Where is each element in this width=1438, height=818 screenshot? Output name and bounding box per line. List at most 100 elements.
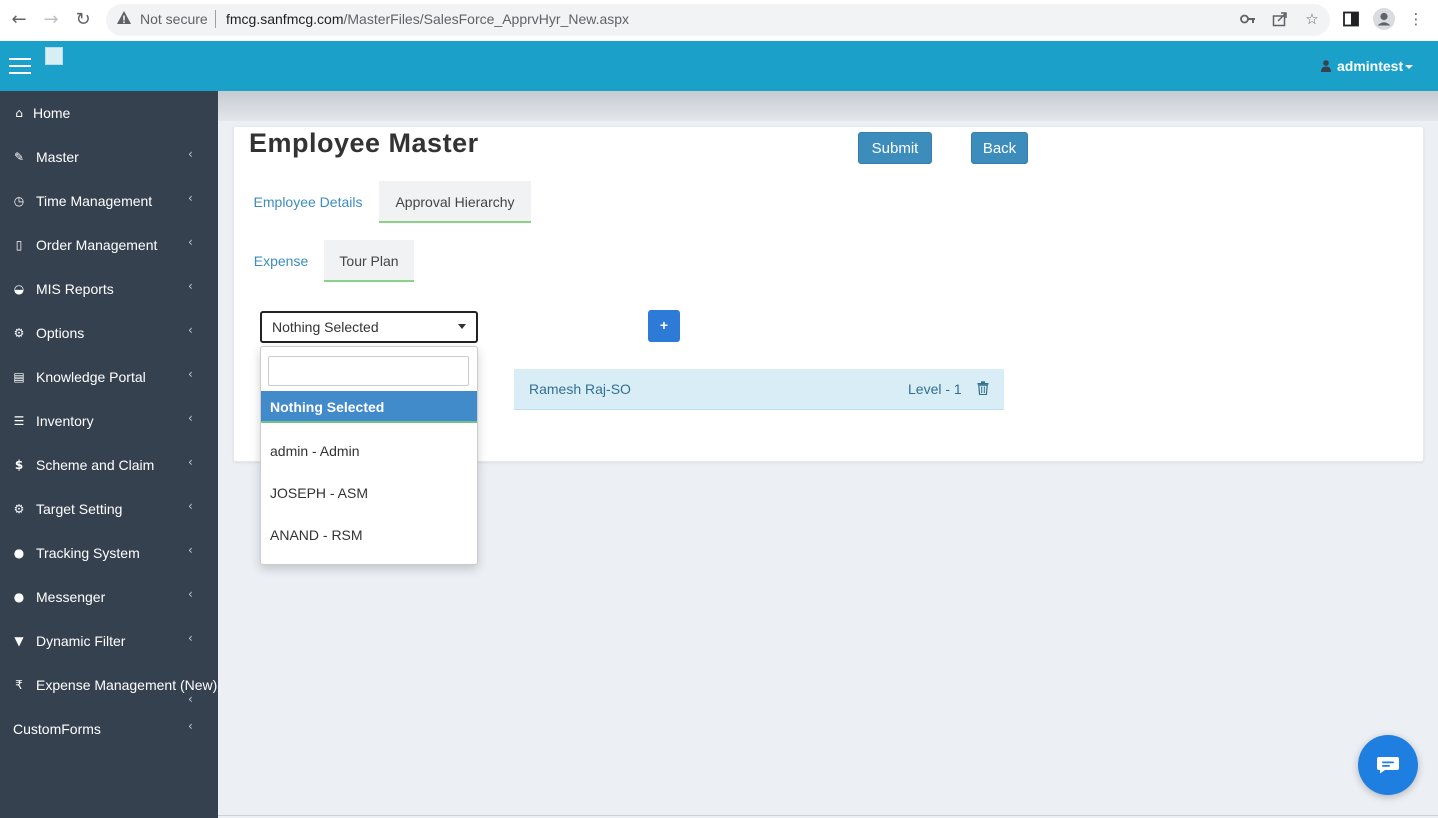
share-icon[interactable]	[1272, 11, 1288, 27]
chevron-left-icon: ‹	[188, 719, 193, 733]
sidebar-item-order-management[interactable]: ▯ Order Management ‹	[0, 223, 218, 267]
content-header-strip	[218, 91, 1438, 121]
not-secure-label: Not secure	[140, 11, 208, 27]
chevron-left-icon: ‹	[188, 323, 193, 337]
reload-icon[interactable]: ↻	[72, 9, 94, 31]
sidebar-item-time-management[interactable]: ◷ Time Management ‹	[0, 179, 218, 223]
sidebar-item-label: Master	[36, 149, 79, 165]
sidebar-item-mis-reports[interactable]: ◒ MIS Reports ‹	[0, 267, 218, 311]
page-title: Employee Master	[249, 128, 479, 158]
chevron-left-icon: ‹	[188, 191, 193, 205]
dropdown-option-joseph[interactable]: JOSEPH - ASM	[270, 485, 368, 501]
approver-select-value: Nothing Selected	[272, 319, 379, 335]
add-approver-button[interactable]: +	[648, 310, 680, 342]
sidebar-item-label: Time Management	[36, 193, 153, 209]
trash-icon[interactable]	[977, 381, 989, 395]
warning-icon	[117, 11, 131, 24]
clock-icon: ◷	[13, 194, 25, 208]
sidebar-item-expense-management[interactable]: ₹ Expense Management (New) ‹	[0, 663, 218, 707]
sidebar-item-master[interactable]: ✎ Master ‹	[0, 135, 218, 179]
user-menu-caret-icon	[1405, 65, 1414, 69]
forward-arrow-icon[interactable]: →	[40, 9, 62, 31]
dollar-icon: $	[14, 458, 24, 472]
kebab-menu-icon[interactable]: ⋮	[1406, 9, 1426, 29]
bookmark-star-icon[interactable]: ☆	[1302, 9, 1322, 29]
chevron-left-icon: ‹	[188, 587, 193, 601]
side-panel-icon[interactable]	[1343, 11, 1359, 27]
sidebar-item-tracking-system[interactable]: ● Tracking System ‹	[0, 531, 218, 575]
chevron-left-icon: ‹	[188, 235, 193, 249]
broken-logo-image	[45, 47, 63, 65]
chat-bubble-icon	[1377, 757, 1399, 774]
cogs-icon: ⚙	[13, 326, 25, 340]
address-separator	[215, 10, 216, 28]
user-menu[interactable]: admintest	[1321, 58, 1414, 74]
back-arrow-icon[interactable]: ←	[8, 9, 30, 31]
chevron-left-icon: ‹	[188, 499, 193, 513]
app-header	[0, 41, 1438, 91]
key-icon[interactable]	[1240, 12, 1256, 26]
list-alt-icon: ☰	[13, 414, 25, 428]
sidebar-item-label: Messenger	[36, 589, 106, 605]
sidebar-item-customforms[interactable]: CustomForms ‹	[0, 707, 218, 751]
dashboard-icon: ◒	[13, 282, 25, 296]
sidebar-item-label: Inventory	[36, 413, 94, 429]
chevron-left-icon: ‹	[188, 692, 193, 706]
user-icon	[1321, 60, 1331, 72]
profile-avatar-icon[interactable]	[1373, 8, 1395, 30]
sidebar-item-target-setting[interactable]: ⚙ Target Setting ‹	[0, 487, 218, 531]
caret-down-icon	[458, 324, 466, 329]
sidebar-item-knowledge-portal[interactable]: ▤ Knowledge Portal ‹	[0, 355, 218, 399]
sidebar-item-messenger[interactable]: ● Messenger ‹	[0, 575, 218, 619]
dropdown-option-admin[interactable]: admin - Admin	[270, 443, 359, 459]
sidebar-item-label: Options	[36, 325, 85, 341]
tab-tour-plan[interactable]: Tour Plan	[324, 240, 414, 282]
tab-approval-hierarchy[interactable]: Approval Hierarchy	[379, 181, 531, 223]
tab-expense[interactable]: Expense	[247, 240, 315, 282]
chevron-left-icon: ‹	[188, 367, 193, 381]
sidebar-item-options[interactable]: ⚙ Options ‹	[0, 311, 218, 355]
rupee-icon: ₹	[15, 678, 23, 692]
dropdown-search-input[interactable]	[268, 356, 469, 386]
chevron-left-icon: ‹	[188, 631, 193, 645]
url-text[interactable]: fmcg.sanfmcg.com/MasterFiles/SalesForce_…	[226, 11, 629, 27]
submit-button[interactable]: Submit	[858, 132, 932, 164]
tab-employee-details[interactable]: Employee Details	[247, 181, 369, 223]
filter-icon: ▼	[14, 634, 24, 648]
sidebar-item-label: MIS Reports	[36, 281, 114, 297]
sidebar-item-label: Home	[33, 105, 71, 121]
username: admintest	[1337, 58, 1404, 74]
sidebar-item-label: Knowledge Portal	[36, 369, 146, 385]
url-path: /MasterFiles/SalesForce_ApprvHyr_New.asp…	[343, 11, 630, 27]
sidebar-item-inventory[interactable]: ☰ Inventory ‹	[0, 399, 218, 443]
hamburger-menu-icon[interactable]	[9, 58, 31, 74]
sidebar-item-label: Expense Management (New)	[36, 677, 218, 693]
sidebar-item-label: Order Management	[36, 237, 158, 253]
sidebar-item-label: Scheme and Claim	[36, 457, 155, 473]
sidebar-item-label: Target Setting	[36, 501, 123, 517]
sidebar-item-dynamic-filter[interactable]: ▼ Dynamic Filter ‹	[0, 619, 218, 663]
sidebar-item-label: Dynamic Filter	[36, 633, 126, 649]
sidebar-item-label: Tracking System	[36, 545, 140, 561]
hierarchy-level: Level - 1	[908, 381, 962, 397]
bottom-divider	[218, 815, 1438, 816]
sidebar-item-scheme-and-claim[interactable]: $ Scheme and Claim ‹	[0, 443, 218, 487]
sidebar: ⌂ Home ✎ Master ‹ ◷ Time Management ‹ ▯ …	[0, 91, 218, 818]
map-marker-icon: ●	[13, 546, 25, 560]
chevron-left-icon: ‹	[188, 543, 193, 557]
dropdown-option-anand[interactable]: ANAND - RSM	[270, 527, 363, 543]
book-icon: ▤	[13, 370, 25, 384]
hierarchy-approver-name: Ramesh Raj-SO	[529, 381, 631, 397]
dropdown-option-nothing-selected[interactable]: Nothing Selected	[261, 391, 477, 423]
gear-icon: ⚙	[13, 502, 25, 516]
chevron-left-icon: ‹	[188, 279, 193, 293]
sidebar-item-label: CustomForms	[13, 721, 101, 737]
sidebar-item-home[interactable]: ⌂ Home	[0, 91, 218, 135]
home-icon: ⌂	[15, 106, 23, 120]
url-host: fmcg.sanfmcg.com	[226, 11, 344, 27]
chevron-left-icon: ‹	[188, 411, 193, 425]
gavel-icon: ✎	[13, 150, 25, 164]
comments-icon: ●	[13, 590, 25, 604]
back-button[interactable]: Back	[971, 132, 1028, 164]
file-icon: ▯	[15, 238, 23, 252]
